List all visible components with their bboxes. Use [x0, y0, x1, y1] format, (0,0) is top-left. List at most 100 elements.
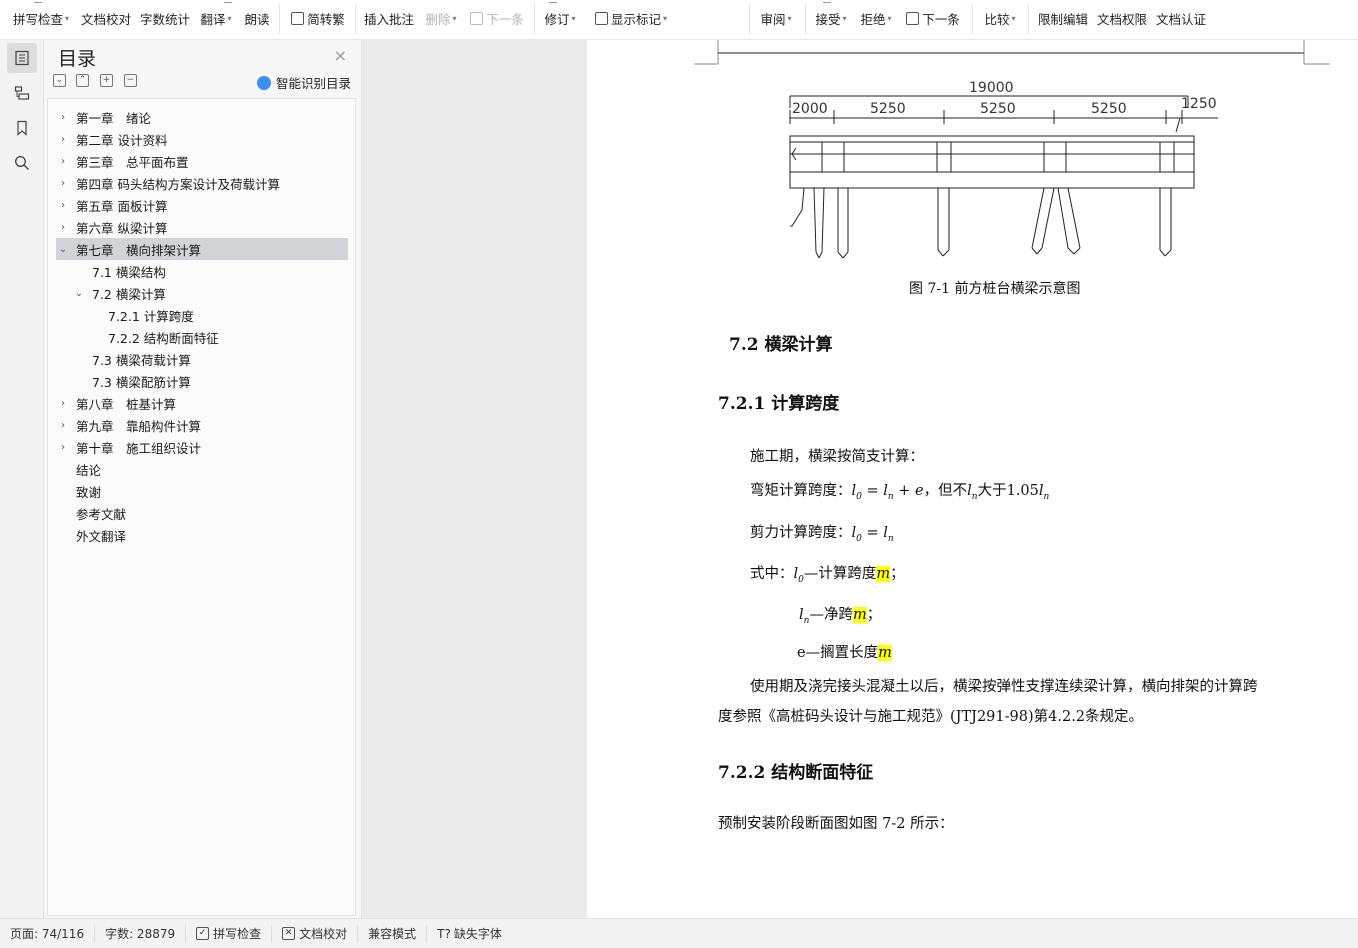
doc-proof-button[interactable]: 文档校对: [80, 0, 132, 36]
chevron-down-icon: ▾: [571, 13, 576, 23]
chevron-right-icon[interactable]: ›: [56, 178, 70, 189]
chevron-down-icon[interactable]: ⌄: [56, 244, 70, 255]
missing-font-button[interactable]: T? 缺失字体: [427, 925, 512, 943]
translate-button[interactable]: 翻译 ▾: [198, 0, 234, 36]
toc-item[interactable]: › 第五章 面板计算: [56, 194, 167, 216]
toc-item[interactable]: 7.2.1 计算跨度: [56, 304, 194, 326]
toc-item[interactable]: › 第一章 绪论: [56, 106, 151, 128]
collapse-all-icon[interactable]: ⌄: [53, 74, 66, 87]
accept-button[interactable]: 接受 ▾: [813, 0, 849, 36]
chevron-right-icon[interactable]: ›: [56, 398, 70, 409]
toc-item-label: 致谢: [76, 484, 102, 500]
compat-mode[interactable]: 兼容模式: [358, 924, 428, 943]
chevron-down-icon[interactable]: ⌄: [72, 288, 86, 299]
chevron-right-icon[interactable]: ›: [56, 134, 70, 145]
shear-span-label: 剪力计算跨度：: [750, 525, 852, 541]
formula-ln: ln: [967, 483, 978, 502]
compare-button[interactable]: 比较 ▾: [982, 0, 1018, 36]
bookmark-button[interactable]: [7, 113, 37, 143]
toc-item[interactable]: › 第六章 纵梁计算: [56, 216, 167, 238]
translate-label: 翻译: [200, 11, 226, 27]
document-page[interactable]: 19000 2000 5250 5250 5250 1250 图 7-1 前方桩…: [587, 40, 1358, 918]
toc-item[interactable]: 7.1 横梁结构: [56, 260, 166, 282]
review-button[interactable]: 审阅 ▾: [758, 0, 794, 36]
dim-5250-label: 5250: [980, 101, 1016, 117]
remove-heading-icon[interactable]: −: [124, 74, 137, 87]
toc-item[interactable]: 致谢: [56, 480, 101, 502]
toc-item[interactable]: › 第三章 总平面布置: [56, 150, 189, 172]
figure-caption: 图 7-1 前方桩台横梁示意图: [909, 281, 1081, 297]
toc-panel-button[interactable]: [7, 43, 37, 73]
markup-icon: [594, 11, 608, 25]
chevron-down-icon: ▾: [887, 13, 892, 23]
revise-label: 修订: [544, 11, 570, 27]
delete-comment-button[interactable]: 删除 ▾: [423, 0, 459, 36]
toc-item[interactable]: 参考文献: [56, 502, 126, 524]
doc-cert-button[interactable]: 文档认证: [1155, 0, 1207, 36]
e-description: e—搁置长度: [797, 645, 879, 661]
toc-item-label: 第七章 横向排架计算: [76, 242, 202, 258]
toc-item-label: 7.1 横梁结构: [92, 264, 166, 280]
smart-toc-button[interactable]: 智能识别目录: [256, 73, 351, 92]
ln-description: —净跨: [809, 607, 853, 623]
toc-item-label: 第八章 桩基计算: [76, 396, 177, 412]
toc-item[interactable]: 结论: [56, 458, 101, 480]
word-count-button[interactable]: 字数统计: [140, 0, 190, 36]
chevron-right-icon[interactable]: ›: [56, 112, 70, 123]
toc-item[interactable]: › 第九章 靠船构件计算: [56, 414, 201, 436]
paragraph-net-span: ln—净跨m；: [799, 607, 882, 626]
dim-2000-label: 2000: [792, 101, 828, 117]
chevron-right-icon[interactable]: ›: [56, 442, 70, 453]
expand-up-icon[interactable]: ⌃: [76, 74, 89, 87]
status-doc-proof[interactable]: ✕ 文档校对: [272, 924, 359, 943]
ribbon-separator: [1028, 4, 1029, 34]
revise-button[interactable]: 修订 ▾: [542, 0, 578, 36]
toc-item[interactable]: 7.3 横梁荷载计算: [56, 348, 191, 370]
toc-item[interactable]: › 第十章 施工组织设计: [56, 436, 201, 458]
find-button[interactable]: [7, 148, 37, 178]
section-nav-button[interactable]: [7, 78, 37, 108]
toc-item[interactable]: 7.2.2 结构断面特征: [56, 326, 219, 348]
unit-highlight: m: [878, 645, 892, 661]
ribbon-separator: [279, 4, 280, 34]
dim-5250-label: 5250: [870, 101, 906, 117]
ribbon-separator: [534, 4, 535, 34]
read-aloud-button[interactable]: 朗读: [242, 0, 272, 36]
reject-button[interactable]: 拒绝 ▾: [858, 0, 894, 36]
moment-span-label: 弯矩计算跨度：: [750, 483, 852, 499]
heading-7-2-1: 7.2.1 计算跨度: [718, 394, 840, 414]
show-markup-button[interactable]: 显示标记 ▾: [590, 0, 672, 36]
add-heading-icon[interactable]: +: [100, 74, 113, 87]
toc-item[interactable]: ⌄ 第七章 横向排架计算: [56, 238, 348, 260]
next-comment-button[interactable]: 下一条: [467, 0, 527, 36]
toc-item[interactable]: › 第八章 桩基计算: [56, 392, 176, 414]
next-change-button[interactable]: 下一条: [903, 0, 963, 36]
doc-permission-button[interactable]: 文档权限: [1096, 0, 1148, 36]
chevron-right-icon[interactable]: ›: [56, 156, 70, 167]
chevron-right-icon[interactable]: ›: [56, 222, 70, 233]
close-icon[interactable]: ×: [334, 46, 347, 65]
chevron-down-icon: ▾: [227, 13, 232, 23]
spell-check-button[interactable]: 拼写检查 ▾: [12, 0, 70, 36]
toc-item[interactable]: › 第四章 码头结构方案设计及荷载计算: [56, 172, 280, 194]
insert-comment-button[interactable]: 插入批注: [362, 0, 416, 36]
simp-trad-label: 简转繁: [307, 11, 345, 27]
page-indicator[interactable]: 页面: 74/116: [0, 924, 96, 943]
status-spell-check[interactable]: ✓ 拼写检查: [186, 924, 273, 943]
word-count-indicator[interactable]: 字数: 28879: [95, 924, 187, 943]
toc-item[interactable]: › 第二章 设计资料: [56, 128, 167, 150]
moment-span-mid: ，但不: [923, 483, 968, 499]
show-markup-label: 显示标记: [610, 11, 661, 27]
dim-1250-label: 1250: [1181, 96, 1217, 112]
word-count-label: 字数统计: [140, 11, 191, 27]
chevron-right-icon[interactable]: ›: [56, 200, 70, 211]
chevron-right-icon[interactable]: ›: [56, 420, 70, 431]
dim-total-label: 19000: [969, 80, 1014, 96]
doc-proof-label: 文档校对: [80, 11, 131, 27]
restrict-edit-button[interactable]: 限制编辑: [1037, 0, 1089, 36]
toc-item[interactable]: 外文翻译: [56, 524, 126, 546]
chevron-down-icon: ▾: [842, 13, 847, 23]
toc-item[interactable]: ⌄ 7.2 横梁计算: [56, 282, 166, 304]
toc-item[interactable]: 7.3 横梁配筋计算: [56, 370, 191, 392]
simp-trad-button[interactable]: 简转繁: [288, 0, 348, 36]
